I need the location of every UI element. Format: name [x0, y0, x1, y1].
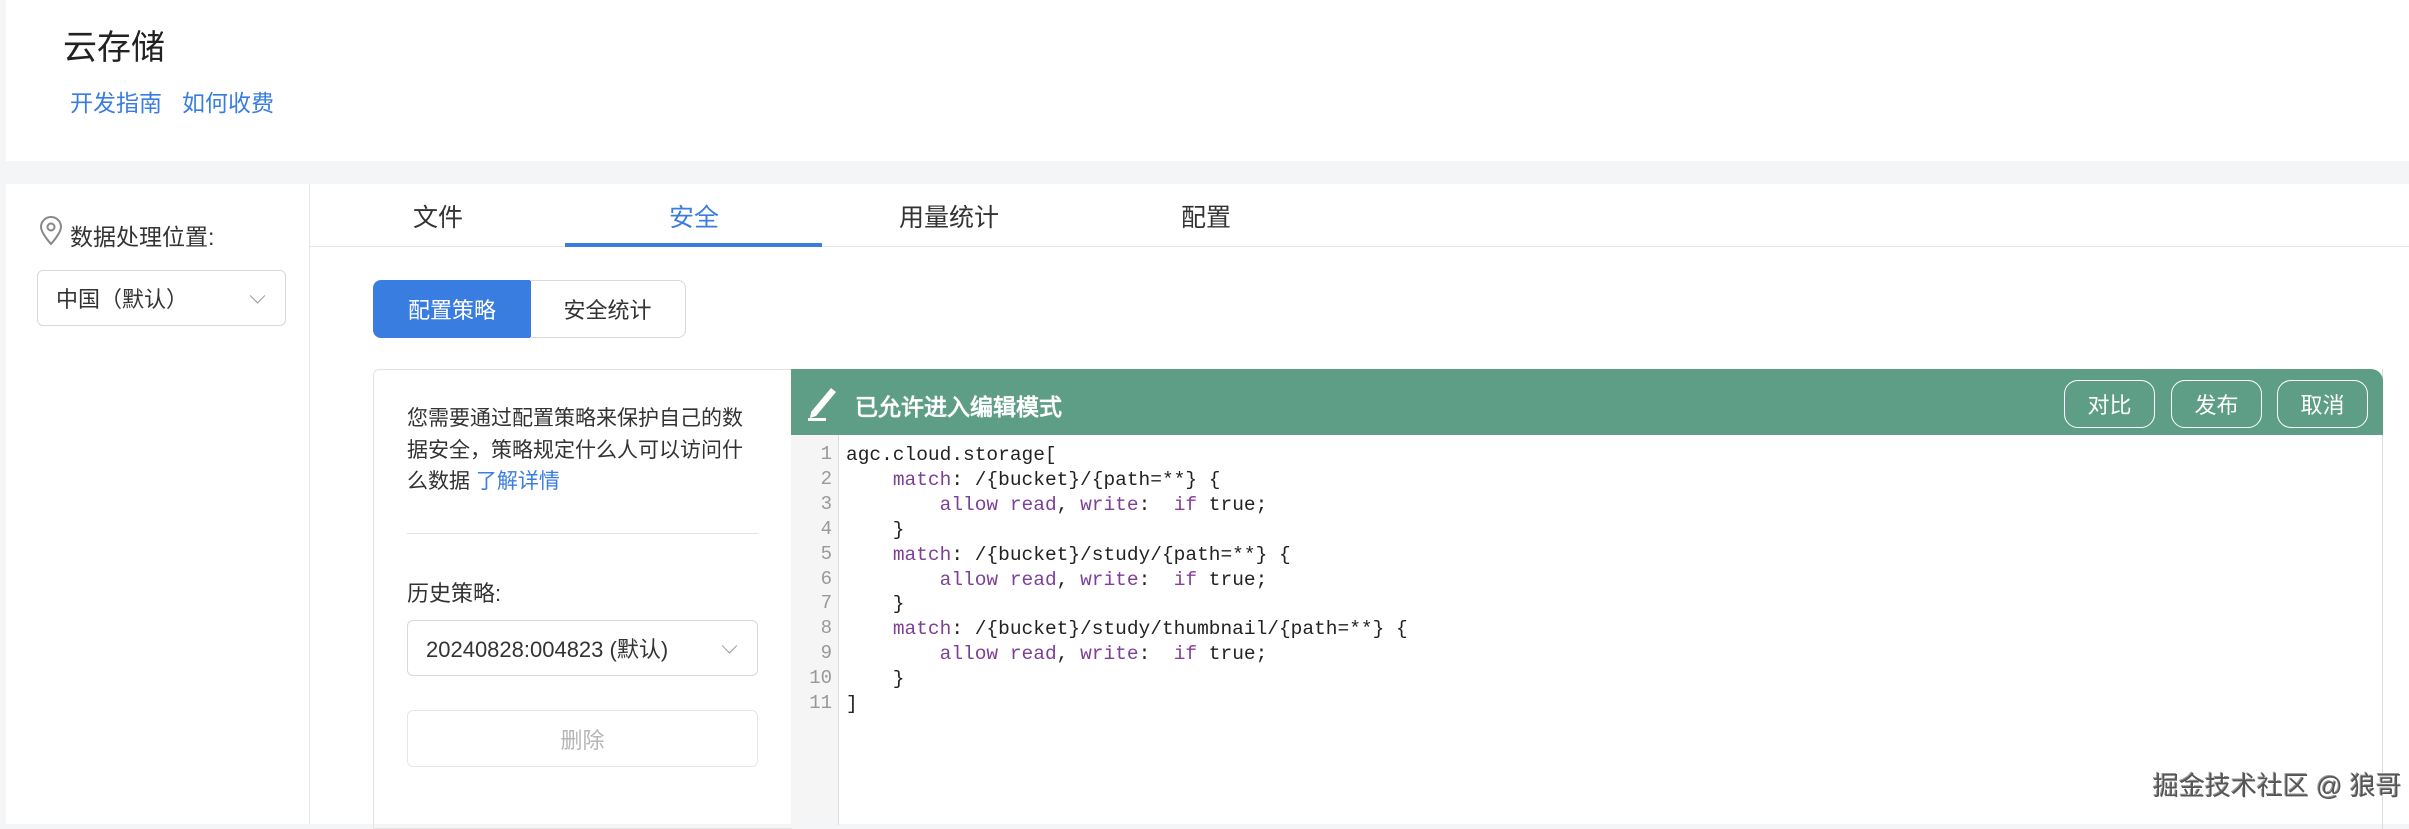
editor-title: 已允许进入编辑模式: [855, 394, 1062, 420]
line-number: 7: [820, 592, 832, 615]
code-line: allow read, write: if true;: [939, 643, 1268, 666]
page-title: 云存储: [63, 29, 165, 67]
code-line: allow read, write: if true;: [939, 568, 1268, 591]
pricing-link[interactable]: 如何收费: [182, 84, 274, 118]
code-line: ]: [846, 693, 858, 716]
code-line: }: [846, 668, 905, 691]
location-label: 数据处理位置:: [70, 224, 215, 250]
compare-button[interactable]: 对比: [2064, 380, 2155, 428]
line-number: 10: [809, 667, 832, 690]
cancel-button[interactable]: 取消: [2277, 380, 2368, 428]
tab-files[interactable]: 文件: [310, 198, 566, 234]
pencil-icon: [808, 388, 836, 421]
line-number-gutter: 1 2 3 4 5 6 7 8 9 10 11: [791, 435, 839, 825]
line-number: 5: [820, 542, 832, 565]
code-content[interactable]: agc.cloud.storage[ match: /{bucket}/{pat…: [846, 443, 1408, 717]
publish-button[interactable]: 发布: [2171, 380, 2262, 428]
dev-guide-link[interactable]: 开发指南: [70, 84, 162, 118]
line-number: 6: [820, 567, 832, 590]
learn-more-link[interactable]: 了解详情: [476, 470, 560, 493]
code-line: }: [846, 518, 905, 541]
line-number: 2: [820, 467, 832, 490]
history-select[interactable]: 20240828:004823 (默认): [407, 620, 758, 676]
line-number: 4: [820, 517, 832, 540]
watermark: 掘金技术社区 @ 狼哥: [2153, 771, 2402, 801]
subtab-stats[interactable]: 安全统计: [530, 280, 686, 338]
divider: [407, 533, 758, 534]
header-card: [6, 0, 2409, 161]
line-number: 1: [820, 443, 832, 465]
chevron-down-icon: [249, 288, 266, 304]
chevron-down-icon: [721, 638, 738, 654]
line-number: 3: [820, 492, 832, 515]
history-label: 历史策略:: [407, 581, 502, 606]
line-number: 9: [820, 642, 832, 665]
delete-button[interactable]: 删除: [407, 710, 758, 767]
tab-config[interactable]: 配置: [1078, 198, 1334, 234]
location-pin-icon: [39, 216, 63, 246]
tab-security[interactable]: 安全: [566, 198, 822, 234]
policy-description: 您需要通过配置策略来保护自己的数据安全，策略规定什么人可以访问什么数据 了解详情: [407, 403, 757, 498]
code-line: allow read, write: if true;: [939, 493, 1268, 516]
description-text: 您需要通过配置策略来保护自己的数据安全，策略规定什么人可以访问什么数据: [407, 407, 743, 493]
location-select[interactable]: 中国（默认）: [37, 270, 286, 326]
line-number: 11: [809, 692, 832, 714]
code-line: agc.cloud.storage[: [846, 444, 1057, 466]
location-value: 中国（默认）: [56, 287, 189, 312]
active-tab-indicator: [565, 243, 822, 247]
code-line: match: /{bucket}/study/{path=**} {: [892, 543, 1291, 566]
code-line: match: /{bucket}/{path=**} {: [892, 468, 1221, 491]
line-number: 8: [820, 617, 832, 640]
history-value: 20240828:004823 (默认): [426, 637, 669, 662]
code-line: match: /{bucket}/study/thumbnail/{path=*…: [892, 618, 1408, 641]
subtab-policy[interactable]: 配置策略: [373, 280, 531, 338]
tab-usage[interactable]: 用量统计: [821, 198, 1077, 234]
code-line: }: [846, 593, 905, 616]
